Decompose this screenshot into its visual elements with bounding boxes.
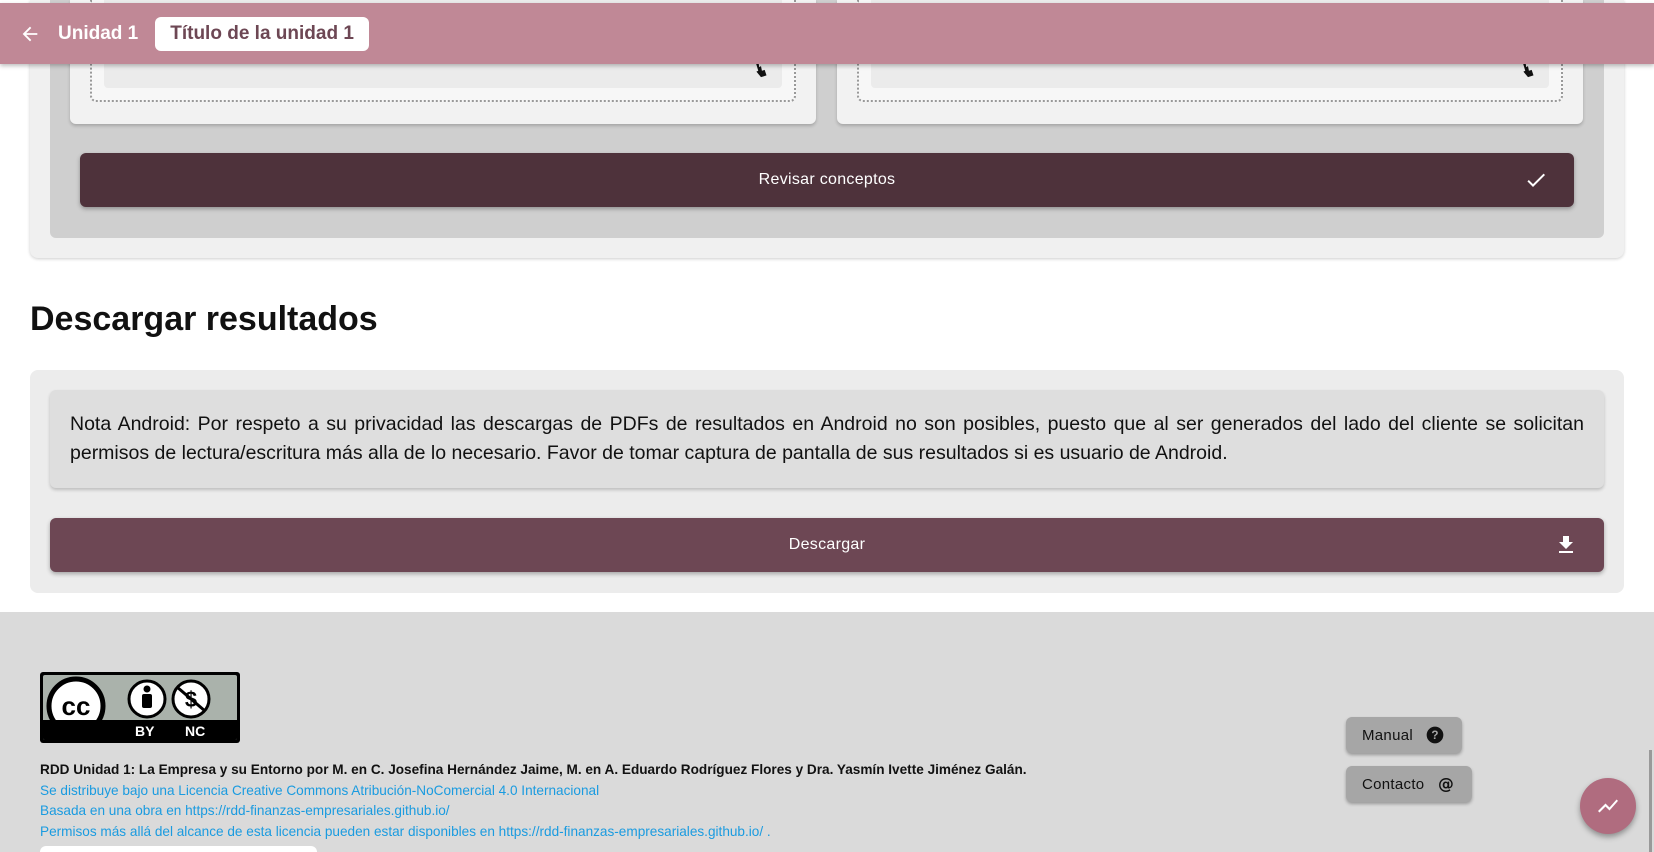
svg-text:@: @: [1438, 774, 1454, 793]
app-bar: Unidad 1 Título de la unidad 1: [0, 3, 1654, 64]
download-section-title: Descargar resultados: [30, 300, 378, 338]
download-icon: [1559, 536, 1573, 553]
based-on-link[interactable]: Basada en una obra en https://rdd-finanz…: [40, 801, 1027, 822]
footer: cc $ BY NC RDD Unidad 1: La Empresa y su…: [0, 612, 1654, 852]
unit-title-chip: Título de la unidad 1: [155, 16, 369, 51]
footer-widget: [40, 846, 317, 852]
manual-label: Manual: [1362, 726, 1413, 744]
download-panel: Nota Android: Por respeto a su privacida…: [30, 370, 1624, 593]
svg-text:cc: cc: [62, 691, 91, 721]
android-note: Nota Android: Por respeto a su privacida…: [50, 390, 1604, 488]
permissions-link[interactable]: Permisos más allá del alcance de esta li…: [40, 822, 1027, 843]
contact-label: Contacto: [1362, 775, 1425, 793]
cc-nc-label: NC: [185, 723, 206, 739]
at-sign-icon: @: [1438, 774, 1454, 793]
review-concepts-button[interactable]: Revisar conceptos: [80, 153, 1574, 207]
manual-button[interactable]: Manual ?: [1346, 717, 1462, 753]
help-icon: ?: [1426, 726, 1444, 744]
cc-license-badge[interactable]: cc $ BY NC: [40, 672, 240, 743]
cc-by-label: BY: [135, 723, 155, 739]
scrollbar[interactable]: [1649, 750, 1652, 852]
back-button[interactable]: [15, 19, 45, 49]
download-label: Descargar: [788, 536, 866, 553]
unit-label: Unidad 1: [58, 22, 139, 44]
credits: RDD Unidad 1: La Empresa y su Entorno po…: [40, 760, 1027, 842]
author-line: RDD Unidad 1: La Empresa y su Entorno po…: [40, 762, 1027, 777]
svg-text:?: ?: [1431, 729, 1438, 742]
contact-button[interactable]: Contacto @: [1346, 766, 1472, 802]
download-button[interactable]: Descargar: [50, 518, 1604, 572]
trending-up-icon: [1598, 799, 1618, 813]
arrow-back-icon: [22, 26, 38, 41]
progress-fab[interactable]: [1580, 778, 1636, 834]
check-icon: [1527, 173, 1545, 187]
review-concepts-label: Revisar conceptos: [758, 171, 896, 188]
license-link[interactable]: Se distribuye bajo una Licencia Creative…: [40, 781, 1027, 802]
